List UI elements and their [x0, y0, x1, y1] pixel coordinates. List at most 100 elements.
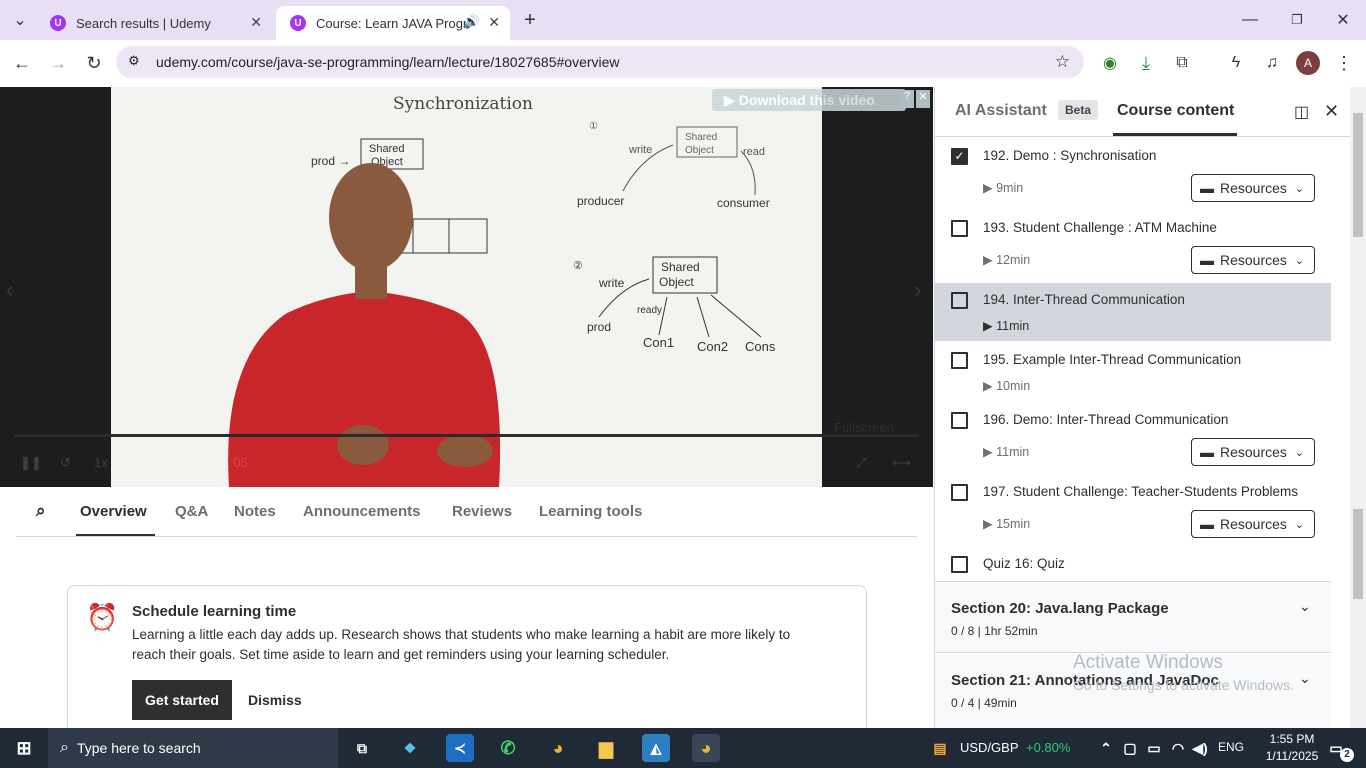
expand-icon[interactable]: ⟷ — [892, 455, 911, 471]
tab-qa[interactable]: Q&A — [175, 503, 208, 520]
tab-notes[interactable]: Notes — [234, 503, 276, 520]
fullscreen-tooltip: Fullscreen — [834, 420, 894, 435]
profile-avatar[interactable]: A — [1296, 51, 1320, 75]
checkbox[interactable] — [951, 292, 968, 309]
vscode-icon[interactable]: ≺ — [446, 734, 474, 762]
fullscreen-icon[interactable]: ⤢ — [856, 455, 866, 471]
resources-label: Resources — [1220, 516, 1287, 532]
menu-dots-icon[interactable]: ⋮ — [1332, 51, 1356, 75]
ticker-label[interactable]: USD/GBP — [960, 740, 1019, 755]
volume-icon[interactable]: ◀) — [706, 455, 720, 471]
checkbox[interactable] — [951, 556, 968, 573]
restore-icon[interactable]: ❐ — [1285, 8, 1309, 32]
tab-reviews[interactable]: Reviews — [452, 503, 512, 520]
url-field[interactable]: ⚙ udemy.com/course/java-se-programming/l… — [116, 46, 1084, 78]
chrome-icon[interactable]: ◕ — [544, 734, 572, 762]
volume-icon[interactable]: ◀) — [1186, 734, 1214, 762]
checkbox[interactable] — [951, 484, 968, 501]
checkbox[interactable] — [951, 352, 968, 369]
video-icon: ▶ — [983, 319, 993, 333]
close-tab-icon[interactable]: ✕ — [250, 14, 262, 31]
lecture-item[interactable]: ✓ 192. Demo : Synchronisation ▶ 9min ▬ Re… — [935, 139, 1331, 211]
site-info-icon[interactable]: ⚙ — [128, 53, 140, 69]
svg-text:②: ② — [573, 260, 583, 272]
folder-icon: ▬ — [1200, 444, 1214, 460]
folder-icon: ▬ — [1200, 516, 1214, 532]
performance-icon[interactable]: ϟ — [1224, 51, 1248, 75]
help-icon[interactable]: ? — [900, 90, 914, 108]
tab-search-results[interactable]: U Search results | Udemy ✕ — [36, 6, 272, 40]
new-tab-icon[interactable]: + — [518, 8, 542, 32]
chevron-down-icon: ⌄ — [1299, 670, 1311, 686]
tab-announcements[interactable]: Announcements — [303, 503, 421, 520]
chrome-profile-icon[interactable]: ◕ — [692, 734, 720, 762]
get-started-button[interactable]: Get started — [132, 680, 232, 720]
resources-button[interactable]: ▬ Resources ⌄ — [1191, 246, 1315, 274]
section-header[interactable]: Section 20: Java.lang Package 0 / 8 | 1h… — [935, 581, 1331, 653]
tab-learning-tools[interactable]: Learning tools — [539, 503, 642, 520]
download-video-button[interactable]: ▶ Download this video — [712, 89, 906, 111]
close-window-icon[interactable]: ✕ — [1331, 8, 1355, 32]
scrollbar[interactable] — [1350, 87, 1366, 728]
quiz-item[interactable]: Quiz 16: Quiz — [935, 547, 1331, 581]
checkbox-checked[interactable]: ✓ — [951, 148, 968, 165]
close-sidebar-icon[interactable]: ✕ — [1324, 101, 1339, 122]
lecture-item[interactable]: 195. Example Inter-Thread Communication … — [935, 343, 1331, 403]
resources-button[interactable]: ▬ Resources ⌄ — [1191, 510, 1315, 538]
progress-bar[interactable] — [14, 434, 919, 437]
minimize-icon[interactable]: — — [1238, 8, 1262, 32]
tab-ai-assistant[interactable]: AI Assistant — [955, 102, 1047, 120]
lecture-item[interactable]: 193. Student Challenge : ATM Machine ▶ 1… — [935, 211, 1331, 283]
lecture-item[interactable]: 197. Student Challenge: Teacher-Students… — [935, 475, 1331, 547]
resources-button[interactable]: ▬ Resources ⌄ — [1191, 438, 1315, 466]
rewind-icon[interactable]: ↺ — [60, 455, 71, 471]
ticker-change: +0.80% — [1026, 740, 1071, 755]
tab-overview[interactable]: Overview — [80, 503, 147, 520]
back-icon[interactable]: ← — [10, 51, 34, 75]
extensions-icon[interactable]: ⧉ — [1170, 51, 1194, 75]
forward-icon[interactable]: → — [46, 51, 70, 75]
lecture-item-current[interactable]: 194. Inter-Thread Communication ▶ 11min — [935, 283, 1331, 341]
speaker-icon[interactable]: 🔊 — [464, 14, 480, 30]
file-explorer-icon[interactable]: ▆ — [592, 734, 620, 762]
previous-lecture-icon[interactable]: ‹ — [6, 277, 13, 303]
windows-start-icon[interactable]: ⊞ — [10, 734, 38, 762]
clock[interactable]: 1:55 PM 1/11/2025 — [1262, 732, 1322, 763]
search-icon[interactable]: ⌕ — [36, 501, 46, 521]
photos-icon[interactable]: ◭ — [642, 734, 670, 762]
scrollbar-thumb[interactable] — [1353, 113, 1363, 237]
resources-button[interactable]: ▬ Resources ⌄ — [1191, 174, 1315, 202]
lecture-item[interactable]: 196. Demo: Inter-Thread Communication ▶ … — [935, 403, 1331, 475]
dismiss-button[interactable]: Dismiss — [248, 692, 302, 708]
quiz-title: Quiz 16: Quiz — [983, 556, 1065, 571]
checkbox[interactable] — [951, 412, 968, 429]
resources-label: Resources — [1220, 252, 1287, 268]
close-download-icon[interactable]: ✕ — [916, 90, 930, 108]
forward-icon[interactable]: ↻ — [148, 455, 159, 471]
language-indicator[interactable]: ENG — [1218, 740, 1244, 754]
scrollbar-thumb-inner[interactable] — [1353, 509, 1363, 599]
clock-date: 1/11/2025 — [1265, 749, 1319, 763]
download-icon[interactable]: ⤓ — [1134, 51, 1158, 75]
media-control-icon[interactable]: ♫ — [1260, 51, 1284, 75]
next-lecture-icon[interactable]: › — [914, 277, 921, 303]
close-tab-icon[interactable]: ✕ — [488, 14, 500, 31]
extension-globe-icon[interactable]: ◉ — [1098, 51, 1122, 75]
task-view-icon[interactable]: ⧉ — [348, 734, 376, 762]
speed-button[interactable]: 1x — [94, 455, 108, 470]
taskbar-search[interactable]: ⌕ Type here to search — [48, 728, 338, 768]
course-sidebar: AI Assistant Beta Course content ◫ ✕ ✓ 1… — [934, 87, 1366, 728]
dock-panel-icon[interactable]: ◫ — [1294, 102, 1309, 122]
checkbox[interactable] — [951, 220, 968, 237]
tab-course-content[interactable]: Course content — [1117, 102, 1234, 120]
pause-icon[interactable]: ❚❚ — [20, 455, 42, 471]
chevron-down-icon: ⌄ — [1299, 598, 1311, 614]
tab-search-icon[interactable]: ⌄ — [8, 8, 32, 32]
schedule-text-2: reach their goals. Set time aside to lea… — [132, 647, 670, 662]
video-player[interactable]: Synchronization prod → Shared Object ① S… — [0, 87, 933, 487]
copilot-icon[interactable]: ❖ — [396, 734, 424, 762]
whatsapp-icon[interactable]: ✆ — [494, 734, 522, 762]
reload-icon[interactable]: ↻ — [82, 51, 106, 75]
tab-course[interactable]: U Course: Learn JAVA Program 🔊 ✕ — [276, 6, 510, 40]
bookmark-star-icon[interactable]: ☆ — [1055, 52, 1070, 72]
